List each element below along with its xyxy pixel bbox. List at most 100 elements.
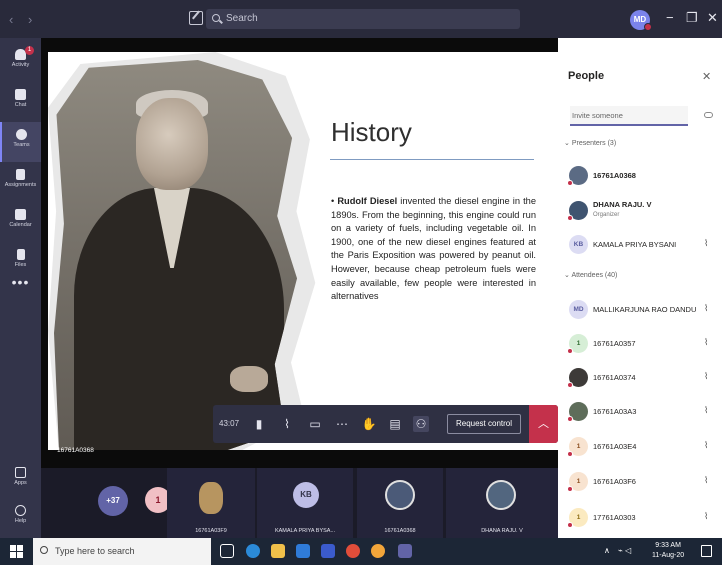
attendee-row[interactable]: 1 16761A03F6 ⌇ bbox=[558, 468, 722, 496]
participant-tile[interactable]: 16761A03F9 bbox=[167, 468, 255, 538]
attendee-initials: 1 bbox=[576, 340, 581, 347]
portrait-photo bbox=[54, 60, 298, 450]
forward-arrow-icon[interactable]: › bbox=[28, 12, 32, 27]
mic-off-icon[interactable]: ⌇ bbox=[704, 238, 708, 249]
attendee-row[interactable]: MD MALLIKARJUNA RAO DANDU ⌇ bbox=[558, 296, 722, 324]
participant-tile[interactable]: KB KAMALA PRIYA BYSA... bbox=[257, 468, 353, 538]
windows-taskbar: Type here to search ∧ ⌁ ◁ 9:33 AM 11-Aug… bbox=[0, 538, 722, 565]
calendar-icon bbox=[15, 209, 26, 220]
mic-off-icon[interactable]: ⌇ bbox=[279, 416, 295, 432]
presenter-row[interactable]: 16761A0368 bbox=[558, 162, 722, 190]
attendee-row[interactable]: 1 16761A03E4 ⌇ bbox=[558, 433, 722, 461]
participants-icon[interactable]: ⚇ bbox=[413, 416, 429, 432]
store-icon[interactable] bbox=[296, 544, 310, 558]
close-button[interactable]: ✕ bbox=[707, 10, 718, 26]
teams-icon bbox=[16, 129, 27, 140]
chrome-icon[interactable] bbox=[371, 544, 385, 558]
attendee-row[interactable]: 1 17761A0303 ⌇ bbox=[558, 504, 722, 532]
rail-label: Chat bbox=[14, 102, 27, 108]
invite-input[interactable] bbox=[570, 106, 688, 126]
mic-off-icon[interactable]: ⌇ bbox=[704, 511, 708, 522]
clock-time: 9:33 AM bbox=[655, 542, 681, 549]
attendee-avatar: 1 bbox=[567, 508, 588, 528]
presenter-row[interactable]: KB KAMALA PRIYA BYSANI ⌇ bbox=[558, 231, 722, 259]
rail-item-help[interactable]: Help bbox=[0, 498, 41, 538]
link-icon[interactable] bbox=[704, 112, 713, 118]
back-arrow-icon[interactable]: ‹ bbox=[9, 12, 13, 27]
attendees-section[interactable]: ⌄ Attendees (40) bbox=[564, 271, 617, 279]
user-avatar[interactable]: MD bbox=[630, 10, 652, 31]
rail-item-assignments[interactable]: Assignments bbox=[0, 162, 41, 202]
attendee-avatar: 1 bbox=[567, 437, 588, 457]
participant-label: DHANA RAJU. V bbox=[481, 528, 523, 534]
participant-photo bbox=[385, 480, 415, 510]
taskbar-clock[interactable]: 9:33 AM 11-Aug-20 bbox=[652, 541, 684, 561]
attendee-initials: 1 bbox=[576, 443, 581, 450]
presenter-name: KAMALA PRIYA BYSANI bbox=[593, 240, 677, 249]
rail-item-apps[interactable]: Apps bbox=[0, 460, 41, 500]
presenters-section[interactable]: ⌄ Presenters (3) bbox=[564, 139, 616, 147]
close-icon[interactable]: ✕ bbox=[702, 70, 711, 83]
compose-icon[interactable] bbox=[189, 11, 203, 25]
app-rail: 1 Activity Chat Teams Assignments Calend… bbox=[0, 38, 41, 538]
edge-icon[interactable] bbox=[246, 544, 260, 558]
attendee-row[interactable]: 16761A0374 ⌇ bbox=[558, 364, 722, 392]
presenter-row[interactable]: DHANA RAJU. V Organizer bbox=[558, 197, 722, 225]
portrait-hand bbox=[230, 366, 268, 392]
camera-off-icon[interactable]: ▮ bbox=[251, 416, 267, 432]
task-view-icon[interactable] bbox=[220, 544, 234, 558]
overflow-participants[interactable]: +37 bbox=[98, 486, 128, 516]
conversation-icon[interactable]: ▤ bbox=[387, 416, 403, 432]
mic-off-icon[interactable]: ⌇ bbox=[704, 337, 708, 348]
media-icon[interactable] bbox=[346, 544, 360, 558]
rail-item-chat[interactable]: Chat bbox=[0, 82, 41, 122]
rail-item-activity[interactable]: 1 Activity bbox=[0, 42, 41, 82]
rail-item-calendar[interactable]: Calendar bbox=[0, 202, 41, 242]
attendee-row[interactable]: 1 16761A0357 ⌇ bbox=[558, 330, 722, 358]
share-tray-icon[interactable]: ▭ bbox=[307, 416, 323, 432]
minimize-button[interactable]: − bbox=[666, 10, 674, 25]
slide-bullet: • bbox=[331, 196, 335, 206]
search-box[interactable]: Search bbox=[206, 9, 520, 29]
status-dot-icon bbox=[567, 416, 573, 422]
raise-hand-icon[interactable]: ✋ bbox=[361, 416, 377, 432]
teams-taskbar-icon[interactable] bbox=[398, 544, 412, 558]
hang-up-button[interactable]: ︿ bbox=[529, 405, 558, 443]
presenter-avatar: KB bbox=[569, 235, 588, 254]
status-dot-icon bbox=[567, 382, 573, 388]
help-icon bbox=[15, 505, 26, 516]
rail-label: Help bbox=[14, 518, 27, 524]
taskbar-search-placeholder: Type here to search bbox=[55, 546, 135, 556]
more-apps-icon[interactable]: ••• bbox=[0, 274, 41, 290]
file-explorer-icon[interactable] bbox=[271, 544, 285, 558]
mic-off-icon[interactable]: ⌇ bbox=[704, 440, 708, 451]
status-dot-icon bbox=[567, 215, 573, 221]
tray-arrow-icon[interactable]: ∧ bbox=[604, 546, 610, 555]
notification-icon[interactable] bbox=[701, 545, 712, 557]
maximize-button[interactable]: ❐ bbox=[686, 10, 698, 26]
phone-icon: ︿ bbox=[538, 418, 549, 430]
attendee-name: 16761A0374 bbox=[593, 373, 636, 382]
meeting-timer: 43:07 bbox=[219, 419, 240, 428]
request-control-button[interactable]: Request control bbox=[447, 414, 521, 434]
network-volume-icons[interactable]: ⌁ ◁ bbox=[618, 546, 631, 555]
status-dot-icon bbox=[567, 180, 573, 186]
more-actions-icon[interactable]: ⋯ bbox=[334, 416, 350, 432]
mic-off-icon[interactable]: ⌇ bbox=[704, 303, 708, 314]
mic-off-icon[interactable]: ⌇ bbox=[704, 475, 708, 486]
rail-label: Assignments bbox=[4, 182, 37, 188]
mail-icon[interactable] bbox=[321, 544, 335, 558]
attendee-row[interactable]: 16761A03A3 ⌇ bbox=[558, 398, 722, 426]
rail-item-teams[interactable]: Teams bbox=[0, 122, 41, 162]
mic-off-icon[interactable]: ⌇ bbox=[704, 405, 708, 416]
participant-tile[interactable]: 16761A0368 bbox=[357, 468, 443, 538]
rail-label: Apps bbox=[14, 480, 27, 486]
participant-avatar: KB bbox=[293, 482, 319, 508]
teams-meeting-screen: ‹ › Search MD − ❐ ✕ 1 Activity Chat Team… bbox=[0, 0, 722, 565]
mic-off-icon[interactable]: ⌇ bbox=[704, 371, 708, 382]
presenter-name: DHANA RAJU. V bbox=[593, 200, 652, 209]
search-icon bbox=[40, 546, 48, 554]
participant-tile[interactable]: DHANA RAJU. V bbox=[446, 468, 558, 538]
taskbar-search[interactable]: Type here to search bbox=[33, 538, 211, 565]
windows-start-icon[interactable] bbox=[10, 545, 23, 558]
